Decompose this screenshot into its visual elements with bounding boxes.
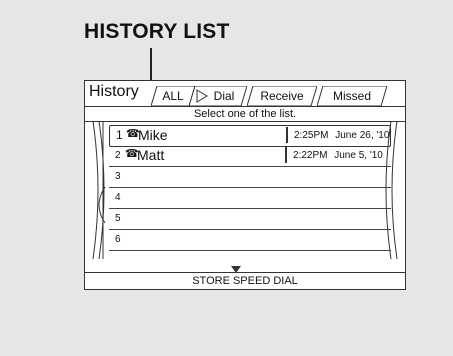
row-number: 2	[115, 150, 121, 161]
tab-label: Missed	[332, 89, 371, 103]
list-item[interactable]: 5	[109, 209, 391, 230]
list-item[interactable]: 3	[109, 167, 391, 188]
list-item[interactable]: 1 ☎ Mike 2:25PM June 26, '10	[109, 125, 391, 147]
tab-dial[interactable]: Dial	[189, 86, 247, 106]
row-number: 3	[115, 171, 121, 182]
row-number: 5	[115, 213, 121, 224]
date-value: June 26, '10	[335, 130, 390, 141]
tab-label: Receive	[260, 89, 304, 103]
tab-receive[interactable]: Receive	[247, 86, 317, 106]
call-time: 2:22PM June 5, '10	[293, 150, 383, 161]
history-list: 1 ☎ Mike 2:25PM June 26, '10 2 ☎ Matt 2:…	[85, 121, 405, 259]
row-number: 6	[115, 234, 121, 245]
date-value: June 5, '10	[334, 150, 383, 161]
navigation-screen: History ALL Dial Receive Missed Select o…	[84, 80, 406, 290]
time-value: 2:22PM	[293, 150, 328, 161]
time-value: 2:25PM	[294, 130, 329, 141]
history-list-callout: HISTORY LIST	[84, 20, 230, 43]
list-item[interactable]: 2 ☎ Matt 2:22PM June 5, '10	[109, 146, 391, 167]
screen-title: History	[89, 83, 139, 100]
contact-name: Mike	[138, 127, 168, 143]
row-number: 4	[115, 192, 121, 203]
screen-header: History ALL Dial Receive Missed	[85, 81, 405, 107]
contact-name: Matt	[137, 147, 165, 163]
tab-label: ALL	[162, 89, 184, 103]
row-number: 1	[116, 128, 123, 142]
store-speed-dial-button[interactable]: STORE SPEED DIAL	[85, 272, 405, 289]
tab-label: Dial	[213, 89, 235, 103]
call-time: 2:25PM June 26, '10	[294, 130, 389, 141]
time-separator	[285, 147, 287, 163]
instruction-text: Select one of the list.	[85, 106, 405, 122]
tab-missed[interactable]: Missed	[317, 86, 387, 106]
time-separator	[286, 127, 288, 143]
list-item[interactable]: 4	[109, 188, 391, 209]
list-item[interactable]: 6	[109, 230, 391, 251]
